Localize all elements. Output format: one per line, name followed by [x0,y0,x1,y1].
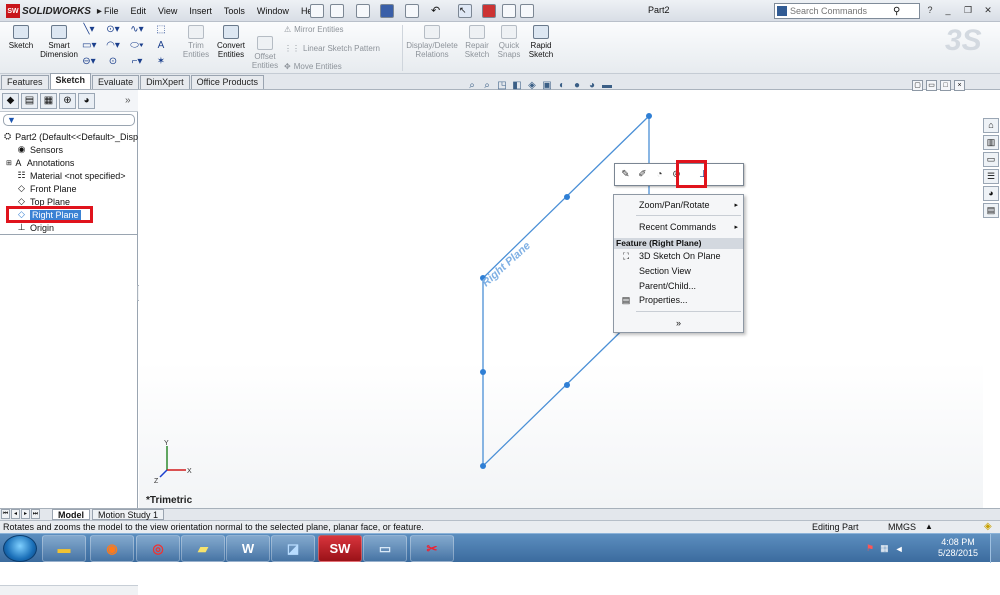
view-settings-icon[interactable]: ▬ [601,80,613,92]
word-taskbar-icon[interactable]: W [226,535,270,562]
bottom-tabs: ⏮ ◂ ▸ ⏭ Model Motion Study 1 [0,508,1000,520]
start-button[interactable] [3,535,37,562]
app-taskbar-icon[interactable]: ◪ [271,535,315,562]
tab-model[interactable]: Model [52,509,90,520]
edit-feature-icon[interactable]: ✎ [618,168,633,182]
z-axis-label: Z [154,478,159,484]
status-bar: Rotates and zooms the model to the view … [0,520,1000,533]
status-message: Rotates and zooms the model to the view … [3,522,424,532]
tray-flag-icon[interactable]: ⚑ [866,543,874,554]
menu-expand-chevron[interactable]: » [614,318,743,328]
file-explorer-taskbar-icon[interactable]: ▬ [42,535,86,562]
menu-separator [636,215,741,216]
taskbar-clock[interactable]: 4:08 PM 5/28/2015 [938,537,978,559]
view-palette-icon[interactable]: ☰ [983,169,999,184]
apply-scene-icon[interactable]: ◕ [586,80,598,92]
horizontal-scrollbar[interactable] [0,585,138,595]
viewport-window-controls: ▢ ▭ □ × [912,80,965,91]
menu-item-recent-commands[interactable]: Recent Commands ▸ [614,220,743,234]
x-axis-label: X [187,468,192,475]
units-chevron-icon[interactable]: ▲ [925,521,933,533]
hide-icon[interactable]: ◔ [652,168,667,182]
viewport-restore-icon[interactable]: ▢ [912,80,923,91]
next-tab-icon[interactable]: ▸ [21,509,30,519]
properties-icon: ▤ [621,294,631,305]
menu-item-properties[interactable]: ▤ Properties... [614,293,743,307]
viewport-tile-icon[interactable]: ▭ [926,80,937,91]
sketch-icon[interactable]: ✐ [635,168,650,182]
menu-separator [636,311,741,312]
heads-up-toolbar: ⌕ ⌕ ◳ ◧ ◈ ▣ ◐ ● ◕ ▬ [466,78,613,94]
zoom-to-fit-icon[interactable]: ⌕ [466,80,478,92]
first-tab-icon[interactable]: ⏮ [1,509,10,519]
status-mode: Editing Part [812,522,859,532]
design-library-icon[interactable]: ▥ [983,135,999,150]
previous-view-icon[interactable]: ◳ [496,80,508,92]
reference-triad: Y X Z [154,440,192,484]
highlight-box-normal-to [676,160,707,188]
view-orientation-label: *Trimetric [146,495,193,506]
task-pane-tabs: ⌂ ▥ ▭ ☰ ◕ ▤ [983,118,1000,228]
custom-properties-icon[interactable]: ▤ [983,203,999,218]
menu-section-header: Feature (Right Plane) [614,238,743,249]
z-axis [159,469,168,478]
system-tray: ⚑ ▦ ◄ [866,534,904,563]
plane-handle[interactable] [480,369,486,375]
plane-handle[interactable] [480,463,486,469]
remote-desktop-taskbar-icon[interactable]: ▭ [363,535,407,562]
snipping-tool-taskbar-icon[interactable]: ✂ [410,535,454,562]
tooltip-icon[interactable]: ◈ [984,521,992,533]
submenu-arrow-icon: ▸ [734,202,738,209]
sticky-notes-taskbar-icon[interactable]: ▰ [181,535,225,562]
plane-handle[interactable] [646,113,652,119]
tab-motion-study-1[interactable]: Motion Study 1 [92,509,165,520]
tray-speaker-icon[interactable]: ◄ [895,544,904,554]
resources-home-icon[interactable]: ⌂ [983,118,999,133]
firefox-taskbar-icon[interactable]: ◉ [90,535,134,562]
submenu-arrow-icon: ▸ [734,224,738,231]
plane-handle[interactable] [564,194,570,200]
show-desktop-button[interactable] [990,534,1000,563]
windows-taskbar: ▬ ◉ ◎ ▰ W ◪ SW ▭ ✂ ⚑ ▦ ◄ 4:08 PM 5/28/20… [0,533,1000,563]
zoom-to-area-icon[interactable]: ⌕ [481,80,493,92]
plane-label: Right Plane [480,240,533,289]
view-orientation-icon[interactable]: ◈ [526,80,538,92]
menu-item-parent-child[interactable]: Parent/Child... [614,279,743,293]
display-style-icon[interactable]: ▣ [541,80,553,92]
viewport-maximize-icon[interactable]: □ [940,80,951,91]
y-axis-label: Y [164,440,169,447]
plane-handle[interactable] [564,382,570,388]
appearances-icon[interactable]: ◕ [983,186,999,201]
context-menu: Zoom/Pan/Rotate ▸ Recent Commands ▸ Featur… [613,194,744,333]
chrome-taskbar-icon[interactable]: ◎ [136,535,180,562]
viewport-close-icon[interactable]: × [954,80,965,91]
3d-sketch-icon: ⛶ [622,250,630,261]
previous-tab-icon[interactable]: ◂ [11,509,20,519]
edit-appearance-icon[interactable]: ● [571,80,583,92]
file-explorer-icon[interactable]: ▭ [983,152,999,167]
last-tab-icon[interactable]: ⏭ [31,509,40,519]
hide-show-items-icon[interactable]: ◐ [556,80,568,92]
menu-item-zoom-pan-rotate[interactable]: Zoom/Pan/Rotate ▸ [614,198,743,212]
menu-item-section-view[interactable]: Section View [614,264,743,278]
section-view-icon[interactable]: ◧ [511,80,523,92]
menu-item-3d-sketch-on-plane[interactable]: ⛶ 3D Sketch On Plane [614,249,743,263]
units-selector[interactable]: MMGS [888,521,916,533]
solidworks-taskbar-icon[interactable]: SW [318,535,362,562]
tray-network-icon[interactable]: ▦ [880,543,889,554]
